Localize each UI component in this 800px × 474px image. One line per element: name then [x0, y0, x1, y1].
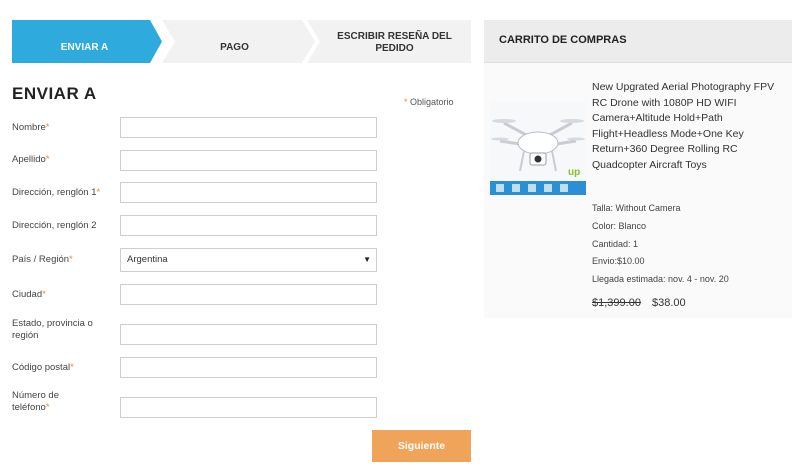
direccion2-label-text: Dirección, renglón 2	[12, 220, 97, 231]
postal-label: Código postal*	[12, 362, 117, 374]
next-button[interactable]: Siguiente	[372, 430, 471, 462]
product-estimated-arrival: Llegada estimada: nov. 4 - nov. 20	[592, 274, 729, 284]
cart-title: CARRITO DE COMPRAS	[499, 34, 627, 46]
cart-header: CARRITO DE COMPRAS	[484, 20, 792, 63]
estado-input[interactable]	[120, 324, 377, 345]
product-color: Color: Blanco	[592, 221, 647, 231]
required-star: *	[45, 154, 50, 165]
pais-selected-value: Argentina	[127, 254, 168, 265]
direccion1-label-text: Dirección, renglón 1	[12, 187, 97, 198]
required-star: *	[404, 97, 408, 107]
required-star: *	[70, 362, 74, 373]
pais-label-text: País / Región	[12, 254, 70, 265]
ciudad-label-text: Ciudad	[12, 289, 43, 300]
direccion1-input[interactable]	[120, 182, 377, 203]
step-ship-to[interactable]: ENVIAR A	[12, 42, 157, 54]
ciudad-label: Ciudad*	[12, 289, 117, 301]
nombre-label-text: Nombre	[12, 122, 46, 133]
required-star: *	[42, 289, 46, 300]
product-size: Talla: Without Camera	[592, 203, 681, 213]
checkout-stepper: ENVIAR A PAGO ESCRIBIR RESEÑA DEL PEDIDO	[12, 20, 471, 63]
postal-label-text: Código postal	[12, 362, 71, 373]
product-title[interactable]: New Upgrated Aerial Photography FPV RC D…	[592, 80, 787, 173]
pais-select[interactable]: Argentina ▼	[120, 248, 377, 272]
telefono-input[interactable]	[120, 397, 377, 418]
product-shipping: Envio:$10.00	[592, 256, 645, 266]
pais-label: País / Región*	[12, 254, 117, 266]
ciudad-input[interactable]	[120, 284, 377, 305]
product-quantity: Cantidad: 1	[592, 239, 639, 249]
estado-label: Estado, provincia o región	[12, 318, 112, 342]
svg-text:up: up	[568, 167, 580, 178]
shopping-cart-panel: CARRITO DE COMPRAS up New Upgrated Aeria…	[484, 20, 792, 318]
telefono-label: Número de teléfono*	[12, 390, 84, 414]
drone-image[interactable]: up	[490, 101, 586, 195]
direccion2-label: Dirección, renglón 2	[12, 220, 117, 232]
cart-body: up New Upgrated Aerial Photography FPV R…	[484, 63, 792, 318]
step-review[interactable]: ESCRIBIR RESEÑA DEL PEDIDO	[322, 31, 467, 55]
estado-label-text: Estado, provincia o región	[12, 318, 93, 341]
required-star: *	[96, 187, 101, 198]
apellido-label-text: Apellido	[12, 154, 46, 165]
nombre-input[interactable]	[120, 117, 377, 138]
form-title: ENVIAR A	[12, 84, 97, 103]
direccion2-input[interactable]	[120, 215, 377, 236]
required-note-text: Obligatorio	[410, 97, 454, 107]
apellido-label: Apellido*	[12, 154, 117, 166]
apellido-input[interactable]	[120, 150, 377, 171]
postal-input[interactable]	[120, 357, 377, 378]
drone-icon: up	[490, 101, 586, 195]
required-star: *	[45, 402, 50, 413]
price-current: $38.00	[652, 297, 686, 309]
telefono-label-text: Número de teléfono	[12, 390, 59, 413]
price-original: $1,399.00	[592, 297, 641, 309]
caret-down-icon: ▼	[363, 255, 371, 264]
required-star: *	[45, 122, 50, 133]
required-note: * Obligatorio	[404, 97, 454, 107]
direccion1-label: Dirección, renglón 1*	[12, 187, 117, 199]
nombre-label: Nombre*	[12, 122, 117, 134]
step-payment[interactable]: PAGO	[162, 42, 307, 54]
required-star: *	[69, 254, 73, 265]
